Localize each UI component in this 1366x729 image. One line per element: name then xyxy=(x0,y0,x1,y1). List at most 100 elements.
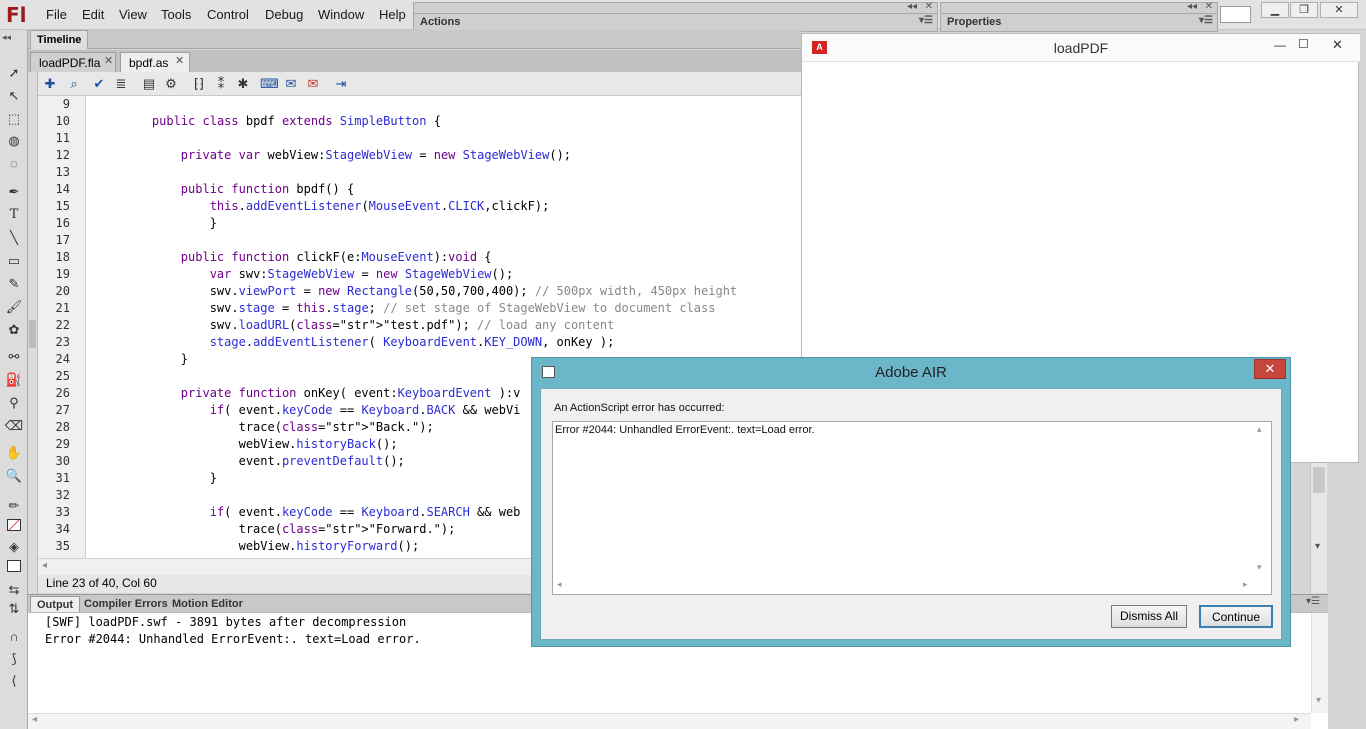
minimize-button[interactable]: ▁ xyxy=(1261,2,1289,18)
loadpdf-titlebar[interactable]: A loadPDF — ☐ ✕ xyxy=(802,34,1360,62)
selection-tool-icon[interactable]: ➚ xyxy=(4,64,24,82)
menu-control[interactable]: Control xyxy=(207,7,249,22)
subselection-tool-icon[interactable]: ↖ xyxy=(4,87,24,105)
menu-window[interactable]: Window xyxy=(318,7,364,22)
tab-timeline[interactable]: Timeline xyxy=(30,30,89,49)
error-detail-box[interactable]: Error #2044: Unhandled ErrorEvent:. text… xyxy=(552,421,1272,595)
scroll-left-icon[interactable]: ◂ xyxy=(42,560,47,571)
pen-tool-icon[interactable]: ✒ xyxy=(4,183,24,201)
snap-icon[interactable]: ⇅ xyxy=(4,600,24,618)
deco-tool-icon[interactable]: ✿ xyxy=(4,321,24,339)
scroll-left-icon[interactable]: ◂ xyxy=(557,579,562,590)
zoom-tool-icon[interactable]: 🔍 xyxy=(4,467,24,485)
dialog-close-button[interactable]: ✕ xyxy=(1254,359,1286,379)
menu-file[interactable]: File xyxy=(46,7,67,22)
panel-menu-icon[interactable]: ▾☰ xyxy=(1199,15,1213,26)
magnet-icon[interactable]: ∩ xyxy=(4,628,24,646)
menu-view[interactable]: View xyxy=(119,7,147,22)
search-input[interactable] xyxy=(1220,6,1251,23)
line-tool-icon[interactable]: ╲ xyxy=(4,229,24,247)
show-hide-toolbox-icon[interactable]: ⇥ xyxy=(332,75,350,93)
scroll-thumb[interactable] xyxy=(1313,467,1325,493)
line-number: 15 xyxy=(55,199,70,213)
menu-help[interactable]: Help xyxy=(379,7,406,22)
eraser-tool-icon[interactable]: ⌫ xyxy=(4,417,24,435)
expand-all-icon[interactable]: ✱ xyxy=(234,75,252,93)
apply-block-comment-icon[interactable]: ⌨ xyxy=(260,75,279,93)
smooth-icon[interactable]: ⟆ xyxy=(4,650,24,668)
menu-debug[interactable]: Debug xyxy=(265,7,303,22)
text-tool-icon[interactable]: T xyxy=(4,206,24,224)
straighten-icon[interactable]: ⟨ xyxy=(4,672,24,690)
scroll-right-icon[interactable]: ▸ xyxy=(1243,579,1248,590)
apply-line-comment-icon[interactable]: ✉ xyxy=(282,75,300,93)
fill-icon[interactable]: ◈ xyxy=(4,538,24,556)
collapse-icon[interactable]: ◂◂ xyxy=(907,1,917,12)
swatch-icon[interactable] xyxy=(4,559,24,577)
eyedropper-tool-icon[interactable]: ⚲ xyxy=(4,394,24,412)
actions-panel-label: Actions xyxy=(420,16,461,28)
debug-options-icon[interactable]: ⚙ xyxy=(162,75,180,93)
collapse-between-braces-icon[interactable]: ⁅⁆ xyxy=(190,75,208,93)
menu-tools[interactable]: Tools xyxy=(161,7,191,22)
auto-format-icon[interactable]: ≣ xyxy=(112,75,130,93)
line-number: 32 xyxy=(55,488,70,502)
hand-tool-icon[interactable]: ✋ xyxy=(4,444,24,462)
tab-motion-editor[interactable]: Motion Editor xyxy=(166,596,249,613)
close-icon[interactable]: ✕ xyxy=(1205,1,1213,12)
find-icon[interactable]: ⌕ xyxy=(65,75,83,93)
brush-tool-icon[interactable]: 🖌 xyxy=(4,298,24,316)
code-line: var swv:StageWebView = new StageWebView(… xyxy=(209,267,514,281)
dialog-title: Adobe AIR xyxy=(875,364,947,381)
dialog-titlebar[interactable]: Adobe AIR ✕ xyxy=(532,358,1290,386)
rectangle-tool-icon[interactable]: ▭ xyxy=(4,252,24,270)
code-line: trace(class="str">"Forward."); xyxy=(123,522,456,536)
code-hint-icon[interactable]: ▤ xyxy=(140,75,158,93)
minimize-icon[interactable]: — xyxy=(1274,38,1286,52)
line-number: 25 xyxy=(55,369,70,383)
scroll-down-icon[interactable]: ▾ xyxy=(1316,695,1321,706)
collapse-selection-icon[interactable]: ⁑ xyxy=(212,75,230,93)
expand-icon[interactable]: ◂◂ xyxy=(2,32,11,43)
collapse-handle[interactable] xyxy=(29,320,36,348)
properties-panel-tab[interactable]: Properties ▾☰ xyxy=(940,13,1218,32)
tab-output[interactable]: Output xyxy=(30,596,81,613)
code-line: swv.viewPort = new Rectangle(50,50,700,4… xyxy=(123,284,738,298)
close-tab-icon[interactable]: ✕ xyxy=(104,54,113,67)
add-statement-icon[interactable]: ✚ xyxy=(41,75,59,93)
code-line: if( event.keyCode == Keyboard.SEARCH && … xyxy=(209,505,521,519)
restore-button[interactable]: ❐ xyxy=(1290,2,1318,18)
continue-button[interactable]: Continue xyxy=(1199,605,1273,628)
scroll-right-icon[interactable]: ▸ xyxy=(1294,714,1299,725)
scroll-up-icon[interactable]: ▴ xyxy=(1257,424,1262,435)
close-icon[interactable]: ✕ xyxy=(1332,37,1343,53)
scroll-down-icon[interactable]: ▾ xyxy=(1257,562,1262,573)
pencil-tool-icon[interactable]: ✎ xyxy=(4,275,24,293)
vertical-scrollbar[interactable]: ▾ xyxy=(1310,463,1327,593)
swap-colors-icon[interactable]: ⇆ xyxy=(4,581,24,599)
line-number: 13 xyxy=(55,165,70,179)
output-vertical-scrollbar[interactable]: ▾ xyxy=(1311,613,1328,713)
maximize-icon[interactable]: ☐ xyxy=(1298,37,1309,51)
panel-menu-icon[interactable]: ▾☰ xyxy=(919,15,933,26)
bone-tool-icon[interactable]: ⚯ xyxy=(4,348,24,366)
free-transform-tool-icon[interactable]: ⬚ xyxy=(4,110,24,128)
panel-menu-icon[interactable]: ▾☰ xyxy=(1306,596,1320,607)
stroke-color-icon[interactable]: ✏ xyxy=(4,497,24,515)
scroll-left-icon[interactable]: ◂ xyxy=(32,714,37,725)
dismiss-all-button[interactable]: Dismiss All xyxy=(1111,605,1187,628)
3d-rotation-tool-icon[interactable]: ◍ xyxy=(4,132,24,150)
tab-compiler-errors[interactable]: Compiler Errors xyxy=(78,596,174,613)
output-horizontal-scrollbar[interactable]: ◂ ▸ xyxy=(28,713,1311,729)
lasso-tool-icon[interactable]: ◌ xyxy=(4,155,24,173)
scroll-down-icon[interactable]: ▾ xyxy=(1315,541,1320,552)
check-syntax-icon[interactable]: ✔ xyxy=(90,75,108,93)
paint-bucket-tool-icon[interactable]: ⛽ xyxy=(4,371,24,389)
collapse-icon[interactable]: ◂◂ xyxy=(1187,1,1197,12)
menu-edit[interactable]: Edit xyxy=(82,7,104,22)
close-tab-icon[interactable]: ✕ xyxy=(175,54,184,67)
close-button[interactable]: ✕ xyxy=(1320,2,1358,18)
fill-color-icon[interactable] xyxy=(4,518,24,536)
close-icon[interactable]: ✕ xyxy=(925,1,933,12)
remove-comment-icon[interactable]: ✉ xyxy=(304,75,322,93)
